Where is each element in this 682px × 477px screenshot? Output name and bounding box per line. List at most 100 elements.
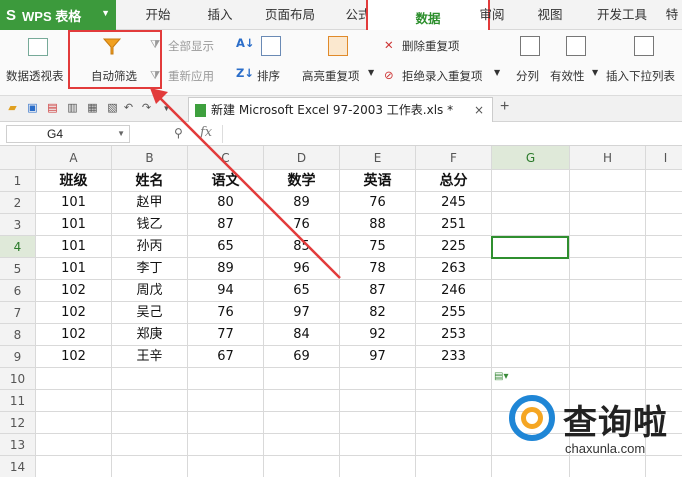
cell-e10[interactable] [340, 368, 416, 390]
cell-b12[interactable] [112, 412, 188, 434]
cell-c9[interactable]: 67 [188, 346, 264, 368]
row-header-9[interactable]: 9 [0, 346, 36, 368]
column-header-c[interactable]: C [188, 146, 264, 170]
cell-f8[interactable]: 253 [416, 324, 492, 346]
paste-options-icon[interactable]: ▤▾ [494, 371, 522, 385]
show-all-button[interactable]: 全部显示 [168, 38, 214, 54]
cell-f14[interactable] [416, 456, 492, 477]
cell-e14[interactable] [340, 456, 416, 477]
cell-f5[interactable]: 263 [416, 258, 492, 280]
row-header-4[interactable]: 4 [0, 236, 36, 258]
cell-e3[interactable]: 88 [340, 214, 416, 236]
cell-d14[interactable] [264, 456, 340, 477]
print-icon[interactable]: ▥ [66, 102, 79, 115]
cell-b6[interactable]: 周戊 [112, 280, 188, 302]
format-painter-icon[interactable]: ▧ [106, 102, 119, 115]
row-header-6[interactable]: 6 [0, 280, 36, 302]
row-header-12[interactable]: 12 [0, 412, 36, 434]
cell-a6[interactable]: 102 [36, 280, 112, 302]
cell-i9[interactable] [646, 346, 682, 368]
column-header-b[interactable]: B [112, 146, 188, 170]
cell-e11[interactable] [340, 390, 416, 412]
cell-e13[interactable] [340, 434, 416, 456]
cell-f3[interactable]: 251 [416, 214, 492, 236]
column-header-i[interactable]: I [646, 146, 682, 170]
print-preview-icon[interactable]: ▦ [86, 102, 99, 115]
cell-a4[interactable]: 101 [36, 236, 112, 258]
cell-i8[interactable] [646, 324, 682, 346]
cell-f7[interactable]: 255 [416, 302, 492, 324]
insert-dropdown-button[interactable]: 插入下拉列表 [606, 68, 675, 84]
remove-duplicates-button[interactable]: 删除重复项 [402, 38, 460, 54]
row-header-1[interactable]: 1 [0, 170, 36, 192]
cell-c5[interactable]: 89 [188, 258, 264, 280]
column-header-f[interactable]: F [416, 146, 492, 170]
split-column-button[interactable]: 分列 [516, 68, 539, 84]
cell-g7[interactable] [492, 302, 570, 324]
cell-b5[interactable]: 李丁 [112, 258, 188, 280]
cell-e12[interactable] [340, 412, 416, 434]
cell-e8[interactable]: 92 [340, 324, 416, 346]
pdf-icon[interactable]: ▤ [46, 102, 59, 115]
cell-d3[interactable]: 76 [264, 214, 340, 236]
cell-e5[interactable]: 78 [340, 258, 416, 280]
close-icon[interactable]: × [474, 98, 484, 122]
cell-b9[interactable]: 王辛 [112, 346, 188, 368]
cell-a5[interactable]: 101 [36, 258, 112, 280]
cell-d4[interactable]: 85 [264, 236, 340, 258]
cell-f11[interactable] [416, 390, 492, 412]
cell-h7[interactable] [570, 302, 646, 324]
undo-icon[interactable]: ↶ [122, 102, 135, 115]
cell-d9[interactable]: 69 [264, 346, 340, 368]
cell-h8[interactable] [570, 324, 646, 346]
cell-g6[interactable] [492, 280, 570, 302]
cell-d12[interactable] [264, 412, 340, 434]
cell-a13[interactable] [36, 434, 112, 456]
new-tab-button[interactable]: + [500, 98, 509, 116]
cell-e9[interactable]: 97 [340, 346, 416, 368]
cell-b8[interactable]: 郑庚 [112, 324, 188, 346]
sort-descending-icon[interactable]: Z↓ [236, 66, 254, 80]
cell-c6[interactable]: 94 [188, 280, 264, 302]
cell-f13[interactable] [416, 434, 492, 456]
cell-i5[interactable] [646, 258, 682, 280]
cell-f10[interactable] [416, 368, 492, 390]
cell-i10[interactable] [646, 368, 682, 390]
column-header-e[interactable]: E [340, 146, 416, 170]
row-header-7[interactable]: 7 [0, 302, 36, 324]
column-header-h[interactable]: H [570, 146, 646, 170]
cell-f2[interactable]: 245 [416, 192, 492, 214]
row-header-8[interactable]: 8 [0, 324, 36, 346]
select-all-corner[interactable] [0, 146, 36, 170]
cell-a1[interactable]: 班级 [36, 170, 112, 192]
cell-d7[interactable]: 97 [264, 302, 340, 324]
cell-c8[interactable]: 77 [188, 324, 264, 346]
save-icon[interactable]: ▣ [26, 102, 39, 115]
row-header-3[interactable]: 3 [0, 214, 36, 236]
validity-button[interactable]: 有效性 [550, 68, 585, 84]
cell-a7[interactable]: 102 [36, 302, 112, 324]
cell-c3[interactable]: 87 [188, 214, 264, 236]
cell-c4[interactable]: 65 [188, 236, 264, 258]
app-menu-button[interactable]: S WPS 表格 ▼ [0, 0, 116, 30]
cell-f4[interactable]: 225 [416, 236, 492, 258]
cell-g5[interactable] [492, 258, 570, 280]
cell-c12[interactable] [188, 412, 264, 434]
cell-d1[interactable]: 数学 [264, 170, 340, 192]
cell-b13[interactable] [112, 434, 188, 456]
column-header-d[interactable]: D [264, 146, 340, 170]
column-header-a[interactable]: A [36, 146, 112, 170]
cell-d10[interactable] [264, 368, 340, 390]
cell-c11[interactable] [188, 390, 264, 412]
cell-e7[interactable]: 82 [340, 302, 416, 324]
active-cell-indicator[interactable] [491, 236, 569, 259]
row-header-13[interactable]: 13 [0, 434, 36, 456]
cell-g2[interactable] [492, 192, 570, 214]
cell-e2[interactable]: 76 [340, 192, 416, 214]
cell-a8[interactable]: 102 [36, 324, 112, 346]
cell-c1[interactable]: 语文 [188, 170, 264, 192]
cell-f12[interactable] [416, 412, 492, 434]
cell-d11[interactable] [264, 390, 340, 412]
cell-c10[interactable] [188, 368, 264, 390]
cell-i1[interactable] [646, 170, 682, 192]
